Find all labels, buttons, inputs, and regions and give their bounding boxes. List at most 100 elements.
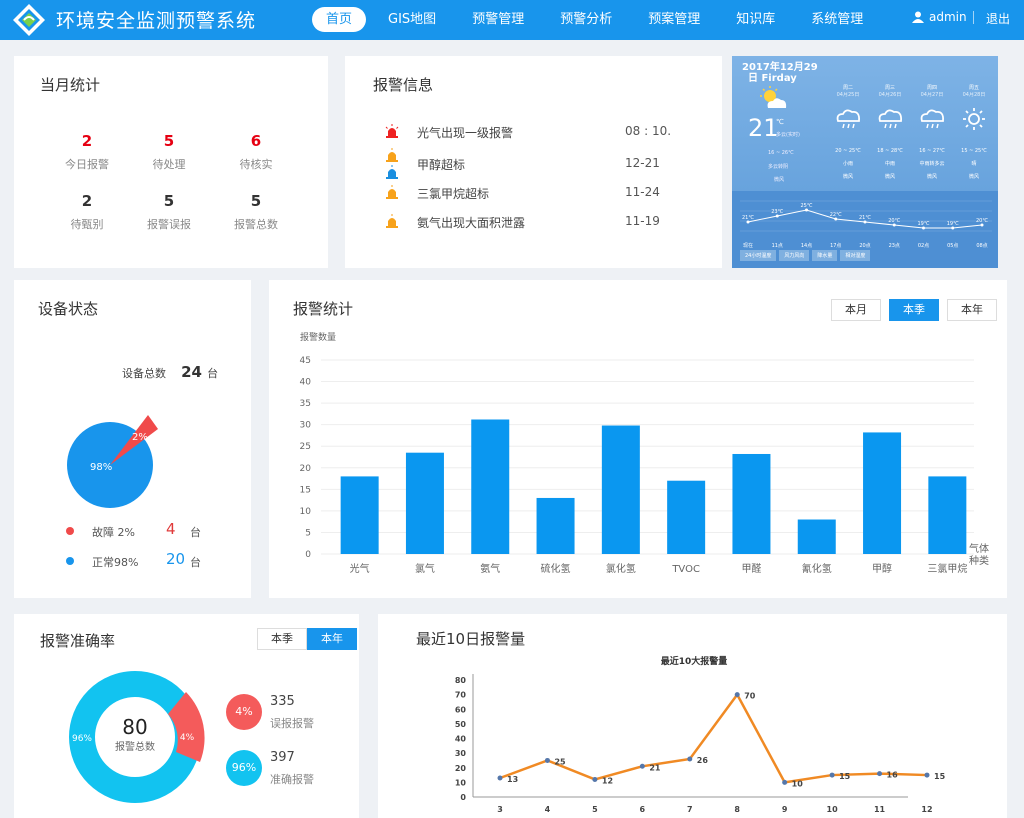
alarm-date: 11-19 [625, 214, 660, 228]
weather-tab[interactable]: 降水量 [812, 250, 838, 261]
normal-dot-icon [66, 557, 74, 565]
line-point [497, 775, 503, 781]
stat-to-screen[interactable]: 2 待甄别 [52, 192, 122, 232]
bar [732, 453, 771, 554]
stat-value: 5 [163, 132, 175, 150]
bar-x-tick: 氯化氢 [606, 562, 636, 575]
line-point [639, 763, 645, 769]
today-wind: 微风 [774, 177, 785, 183]
accuracy-quarter-button[interactable]: 本季 [257, 628, 307, 650]
hourly-time-label: 05点 [947, 243, 958, 249]
weather-tab[interactable]: 相对湿度 [840, 250, 871, 261]
hourly-time-label: 11点 [772, 243, 783, 249]
legend-normal-label: 正常98% [92, 556, 139, 569]
donut-false-label: 4% [180, 733, 195, 743]
header-divider [973, 11, 974, 24]
bar [928, 476, 967, 554]
hourly-temperature-chart: 21℃ 现在 23℃ 11点 25℃ 14点 22℃ 17点 21℃ 20点 20℃ 23点 19℃ 02… [740, 200, 992, 249]
hourly-temp-label: 19℃ [918, 221, 930, 227]
bar [340, 476, 379, 554]
forecast-day: 周二 04月25日 20 ~ 25℃ 小雨 微风 [828, 84, 868, 184]
monthly-stats-title: 当月统计 [40, 76, 101, 94]
stat-to-verify[interactable]: 6 待核实 [221, 132, 291, 172]
forecast-wind: 微风 [842, 174, 853, 180]
sun-cloud-icon [760, 86, 787, 108]
bar-x-tick: 三氯甲烷 [927, 562, 967, 575]
line-x-tick: 10 [827, 805, 839, 814]
device-status-pie: 2% 98% [67, 415, 158, 508]
nav-knowledge-base[interactable]: 知识库 [722, 7, 789, 32]
line-y-tick: 40 [455, 735, 467, 744]
bar [667, 480, 706, 554]
bar-x-tick: TVOC [671, 564, 700, 575]
line-point [734, 692, 740, 698]
line-y-tick: 20 [455, 764, 467, 773]
line-y-tick: 30 [455, 749, 467, 758]
line-point [782, 779, 788, 785]
current-temperature: 21 [748, 114, 779, 142]
bar-y-tick: 25 [300, 442, 311, 452]
hourly-temp-label: 25℃ [801, 203, 813, 209]
donut-center-label: 报警总数 [115, 740, 155, 753]
line-x-tick: 3 [497, 805, 503, 814]
forecast-day-date: 04月28日 [962, 92, 986, 98]
forecast-weather-desc: 中雨 [884, 161, 895, 167]
forecast-temperature-range: 16 ~ 27℃ [919, 148, 945, 154]
accuracy-year-button[interactable]: 本年 [307, 628, 357, 650]
pie-normal-label: 98% [90, 462, 112, 473]
nav-plan-management[interactable]: 预案管理 [634, 7, 714, 32]
accurate-alarm-label: 准确报警 [270, 773, 314, 786]
current-weather-desc: 多云(实时) [776, 132, 800, 138]
legend-normal-count: 20 [166, 550, 186, 568]
today-weather-desc: 多云转阴 [768, 164, 789, 170]
bar-x-tick: 甲醇 [872, 562, 892, 575]
logout-link[interactable]: 退出 [986, 10, 1010, 27]
stat-false-alarms[interactable]: 5 报警误报 [134, 192, 204, 232]
nav-home[interactable]: 首页 [312, 7, 367, 32]
bar-x-axis-label-line2: 种类 [969, 554, 989, 567]
alarm-text: 甲醇超标 [417, 158, 466, 172]
alarm-text: 氨气出现大面积泄露 [417, 216, 526, 230]
line-y-tick: 50 [455, 720, 467, 729]
device-status-title: 设备状态 [38, 300, 99, 318]
weather-tabs: 24小时温度 风力风向 降水量 相对湿度 [740, 250, 873, 261]
alarm-item[interactable]: 三氯甲烷超标 11-24 [385, 185, 685, 203]
stat-today-alarms[interactable]: 2 今日报警 [52, 132, 122, 172]
sun-icon [963, 108, 985, 130]
forecast-day: 周五 04月28日 15 ~ 25℃ 晴 微风 [954, 84, 994, 184]
accuracy-title: 报警准确率 [40, 632, 116, 650]
weather-tab[interactable]: 风力风向 [779, 250, 810, 261]
stat-pending[interactable]: 5 待处理 [134, 132, 204, 172]
alarm-item[interactable]: 甲醇超标 12-21 [385, 148, 685, 179]
forecast-wind: 微风 [884, 174, 895, 180]
alarm-item[interactable]: 光气出现一级报警 08 : 10. [385, 124, 685, 142]
stat-value: 2 [81, 192, 93, 210]
forecast-day: 周三 04月26日 18 ~ 28℃ 中雨 微风 [870, 84, 910, 184]
bar [405, 452, 444, 554]
legend-fault-count: 4 [166, 520, 176, 538]
line-chart-title: 最近10大报警量 [661, 655, 728, 667]
stat-value: 2 [81, 132, 93, 150]
hourly-time-label: 08点 [976, 243, 987, 249]
top-navbar: 环境安全监测预警系统 首页 GIS地图 预警管理 预警分析 预案管理 知识库 系… [0, 0, 1024, 40]
forecast-day-name: 周五 [968, 85, 979, 91]
nav-warning-analysis[interactable]: 预警分析 [546, 7, 626, 32]
user-menu[interactable]: admin [912, 10, 967, 24]
line-point [687, 756, 693, 762]
fault-dot-icon [66, 527, 74, 535]
donut-accurate-label: 96% [72, 734, 92, 744]
blue-siren-icon [386, 165, 398, 179]
nav-system-management[interactable]: 系统管理 [797, 7, 877, 32]
stat-total-alarms[interactable]: 5 报警总数 [221, 192, 291, 232]
weather-tab[interactable]: 24小时温度 [740, 250, 777, 261]
recent-alarms-line-chart: 最近10大报警量 0 10 20 30 40 50 60 70 80 13 3 25 4 12 5 21 6 26 7… [455, 655, 946, 814]
device-total-value: 24 [181, 363, 202, 381]
nav-warning-management[interactable]: 预警管理 [458, 7, 538, 32]
bar-x-axis-label-line1: 气体 [969, 542, 989, 555]
alarm-item[interactable]: 氨气出现大面积泄露 11-19 [385, 214, 685, 232]
nav-gis-map[interactable]: GIS地图 [374, 7, 450, 32]
today-temperature-range: 16 ~ 26℃ [768, 150, 794, 156]
line-x-tick: 9 [782, 805, 788, 814]
line-data-label: 15 [934, 772, 946, 781]
stat-label: 待处理 [152, 158, 186, 171]
